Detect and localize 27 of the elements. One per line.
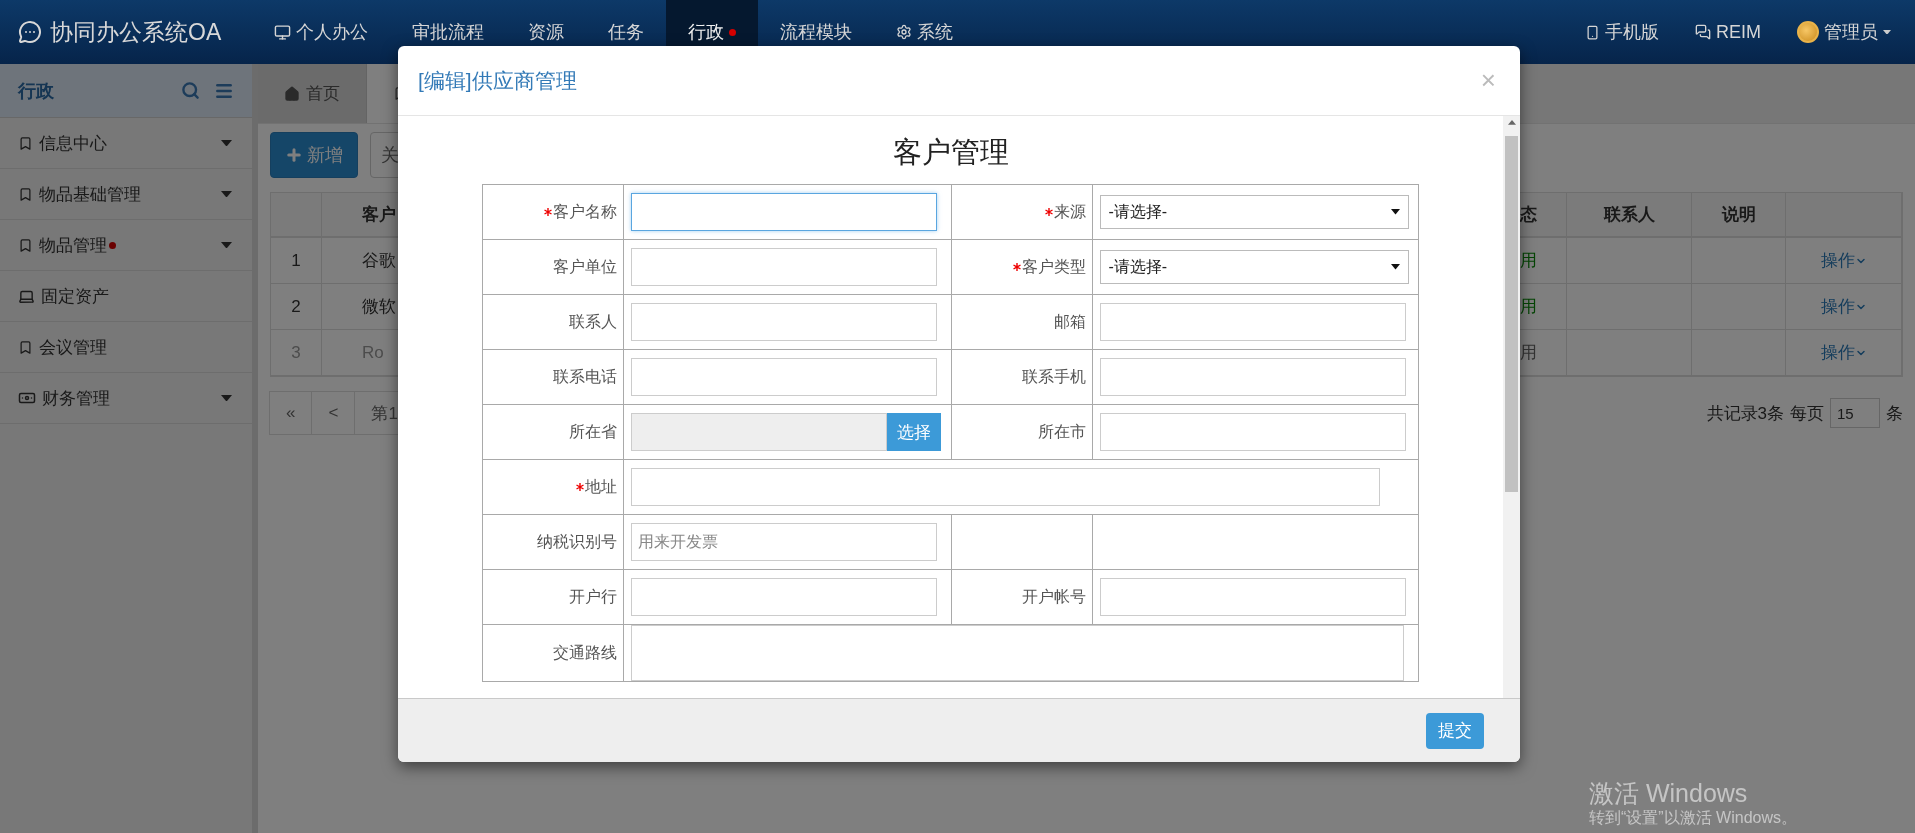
row-number: 2 bbox=[271, 284, 322, 330]
field-label: 邮箱 bbox=[1053, 311, 1086, 332]
row-number: 1 bbox=[271, 238, 322, 284]
field-label: 交通路线 bbox=[553, 642, 617, 663]
field-label: 来源 bbox=[1044, 201, 1086, 223]
field-label: 联系人 bbox=[569, 311, 617, 332]
modal-title: [编辑]供应商管理 bbox=[418, 67, 577, 94]
column-header: 联系人 bbox=[1567, 193, 1692, 238]
field-label: 地址 bbox=[576, 476, 617, 498]
per-page-label: 每页 bbox=[1790, 402, 1824, 425]
field-label: 联系手机 bbox=[1021, 366, 1086, 387]
field-label: 开户行 bbox=[569, 586, 617, 607]
field-label: 开户帐号 bbox=[1021, 586, 1086, 607]
form-heading: 客户管理 bbox=[892, 135, 1009, 170]
field-label: 所在省 bbox=[569, 421, 617, 442]
field-label: 客户单位 bbox=[553, 256, 617, 277]
field-label: 客户类型 bbox=[1012, 256, 1086, 278]
sidebar-title: 行政 bbox=[18, 79, 54, 103]
field-label: 纳税识别号 bbox=[537, 531, 617, 552]
record-count: 共记录3条 bbox=[1706, 402, 1784, 425]
field-label: 所在市 bbox=[1037, 421, 1086, 442]
unit-label: 条 bbox=[1886, 402, 1903, 425]
column-header: 说明 bbox=[1692, 193, 1786, 238]
app-logo-text: 协同办公系统OA bbox=[50, 17, 222, 47]
watermark-subtitle: 转到“设置”以激活 Windows。 bbox=[1589, 808, 1797, 828]
field-label: 客户名称 bbox=[544, 201, 617, 223]
watermark-title: 激活 Windows bbox=[1589, 778, 1749, 808]
